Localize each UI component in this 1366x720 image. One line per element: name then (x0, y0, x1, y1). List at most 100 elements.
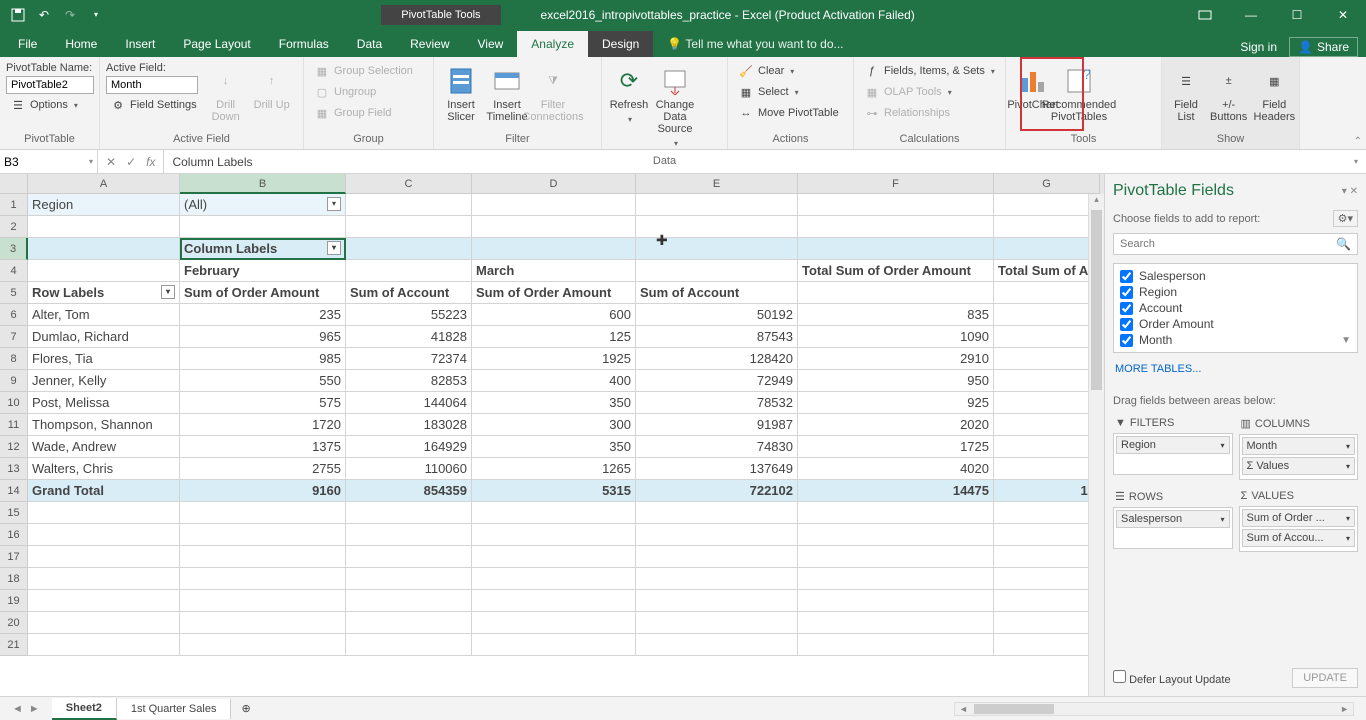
cell[interactable]: 5315 (472, 480, 636, 502)
cell[interactable] (28, 634, 180, 656)
cell[interactable] (472, 612, 636, 634)
select-button[interactable]: ▦Select (734, 82, 843, 102)
cell[interactable] (994, 568, 1100, 590)
cell[interactable]: 72949 (636, 370, 798, 392)
tab-design[interactable]: Design (588, 31, 653, 57)
col-header-D[interactable]: D (472, 174, 636, 194)
cell[interactable] (994, 282, 1100, 304)
cell[interactable] (994, 194, 1100, 216)
cell[interactable] (28, 238, 180, 260)
pane-close-icon[interactable]: ✕ (1350, 186, 1358, 197)
vertical-scrollbar[interactable]: ▴ (1088, 194, 1104, 696)
cell[interactable]: 1375 (180, 436, 346, 458)
row-header[interactable]: 5 (0, 282, 28, 304)
area-field-chip[interactable]: Region▾ (1116, 436, 1230, 454)
cell[interactable] (28, 590, 180, 612)
active-field-input[interactable] (106, 76, 198, 94)
filters-area[interactable]: Region▾ (1113, 433, 1233, 475)
field-checkbox[interactable] (1120, 334, 1133, 347)
sign-in-link[interactable]: Sign in (1240, 40, 1277, 54)
cell[interactable]: Total Sum of Order Amount (798, 260, 994, 282)
cell[interactable]: 50192 (636, 304, 798, 326)
fx-icon[interactable]: fx (146, 155, 155, 169)
row-header[interactable]: 18 (0, 568, 28, 590)
cell[interactable]: 4020 (798, 458, 994, 480)
cell[interactable]: 400 (472, 370, 636, 392)
cell[interactable] (994, 612, 1100, 634)
cell[interactable] (636, 194, 798, 216)
cell[interactable] (28, 502, 180, 524)
chip-dropdown-icon[interactable]: ▾ (1346, 462, 1350, 471)
defer-update-checkbox[interactable]: Defer Layout Update (1113, 670, 1231, 686)
cell[interactable]: 55223 (346, 304, 472, 326)
cell[interactable]: 2020 (798, 414, 994, 436)
cell[interactable]: 722102 (636, 480, 798, 502)
cell[interactable]: Dumlao, Richard (28, 326, 180, 348)
cell[interactable]: Region (28, 194, 180, 216)
horizontal-scrollbar[interactable]: ◄ ► (261, 702, 1366, 716)
group-selection-button[interactable]: ▦Group Selection (310, 61, 417, 81)
cell[interactable] (472, 634, 636, 656)
cell[interactable] (994, 502, 1100, 524)
row-header[interactable]: 3 (0, 238, 28, 260)
cell[interactable]: 125 (472, 326, 636, 348)
cell[interactable] (180, 546, 346, 568)
drill-up-button[interactable]: ↑Drill Up (251, 61, 293, 115)
cell[interactable] (472, 238, 636, 260)
cell[interactable]: 87543 (636, 326, 798, 348)
cell[interactable] (346, 524, 472, 546)
undo-icon[interactable]: ↶ (32, 3, 56, 27)
cell[interactable] (994, 546, 1100, 568)
change-data-source-button[interactable]: Change Data Source (654, 61, 696, 153)
cell[interactable]: 965 (180, 326, 346, 348)
sheet-nav-first-icon[interactable]: ◄ (12, 703, 23, 715)
chip-dropdown-icon[interactable]: ▾ (1220, 441, 1224, 450)
cell[interactable]: Grand Total (28, 480, 180, 502)
cell[interactable] (346, 260, 472, 282)
cell[interactable]: 137649 (636, 458, 798, 480)
insert-slicer-button[interactable]: Insert Slicer (440, 61, 482, 127)
filter-dropdown-icon[interactable]: ▾ (161, 285, 175, 299)
cell[interactable] (798, 502, 994, 524)
filter-dropdown-icon[interactable]: ▾ (327, 241, 341, 255)
field-item[interactable]: Region (1118, 284, 1353, 300)
row-header[interactable]: 9 (0, 370, 28, 392)
cell[interactable]: Row Labels▾ (28, 282, 180, 304)
field-checkbox[interactable] (1120, 318, 1133, 331)
cell[interactable] (994, 392, 1100, 414)
col-header-B[interactable]: B (180, 174, 346, 194)
row-header[interactable]: 7 (0, 326, 28, 348)
cell[interactable] (994, 436, 1100, 458)
tab-formulas[interactable]: Formulas (265, 31, 343, 57)
cell[interactable] (994, 216, 1100, 238)
share-button[interactable]: 👤Share (1289, 37, 1358, 57)
minimize-icon[interactable]: — (1228, 0, 1274, 29)
cell[interactable]: 350 (472, 392, 636, 414)
cell[interactable]: 164929 (346, 436, 472, 458)
cell[interactable]: 235 (180, 304, 346, 326)
cell[interactable]: 985 (180, 348, 346, 370)
clear-button[interactable]: 🧹Clear (734, 61, 843, 81)
columns-area[interactable]: Month▾Σ Values▾ (1239, 434, 1359, 480)
cell[interactable] (28, 260, 180, 282)
tab-pagelayout[interactable]: Page Layout (169, 31, 264, 57)
close-icon[interactable]: ✕ (1320, 0, 1366, 29)
cell[interactable] (636, 568, 798, 590)
row-header[interactable]: 10 (0, 392, 28, 414)
cell[interactable] (994, 238, 1100, 260)
cell[interactable] (180, 590, 346, 612)
field-checkbox[interactable] (1120, 302, 1133, 315)
cell[interactable]: Flores, Tia (28, 348, 180, 370)
group-field-button[interactable]: ▦Group Field (310, 103, 417, 123)
tab-file[interactable]: File (4, 31, 51, 57)
cell[interactable] (346, 194, 472, 216)
active-cell[interactable]: Column Labels▾ (180, 238, 346, 260)
cell[interactable] (798, 634, 994, 656)
filter-dropdown-icon[interactable]: ▾ (327, 197, 341, 211)
cell[interactable] (636, 546, 798, 568)
cell[interactable] (472, 216, 636, 238)
chip-dropdown-icon[interactable]: ▾ (1220, 515, 1224, 524)
row-header[interactable]: 21 (0, 634, 28, 656)
cell[interactable] (180, 612, 346, 634)
cell[interactable]: 835 (798, 304, 994, 326)
